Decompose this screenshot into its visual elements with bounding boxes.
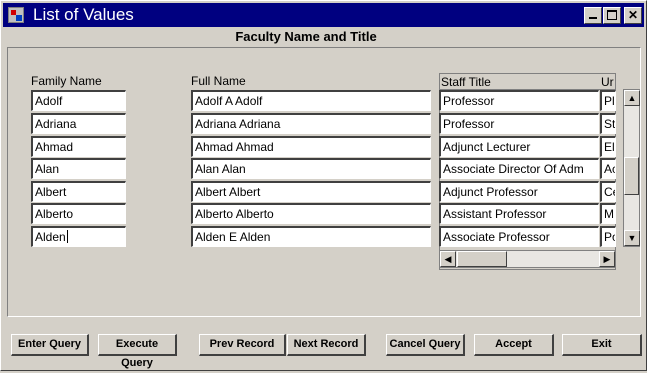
execute-query-button[interactable]: Execute Query xyxy=(98,334,177,369)
unit-field[interactable]: M xyxy=(600,203,616,224)
minimize-button[interactable] xyxy=(584,7,602,24)
lov-heading: Faculty Name and Title xyxy=(235,29,377,44)
staff-title-field[interactable]: Assistant Professor xyxy=(439,203,599,224)
family-name-value: Alden xyxy=(35,230,66,244)
horizontal-scrollbar[interactable]: ◀ ▶ xyxy=(439,250,616,268)
lov-window: List of Values ✕ Faculty Name and Title … xyxy=(0,0,647,371)
family-name-field[interactable]: Albert xyxy=(31,181,126,202)
cancel-query-button[interactable]: Cancel Query xyxy=(386,334,465,356)
minimize-icon xyxy=(589,17,597,19)
close-button[interactable]: ✕ xyxy=(624,7,642,24)
arrow-left-icon: ◀ xyxy=(444,254,452,264)
horizontal-scroll-thumb[interactable] xyxy=(457,251,507,267)
unit-field[interactable]: El xyxy=(600,136,616,157)
scroll-left-button[interactable]: ◀ xyxy=(440,251,456,267)
arrow-down-icon: ▼ xyxy=(627,233,637,243)
unit-field[interactable]: St xyxy=(600,113,616,134)
family-name-field-active[interactable]: Alden xyxy=(31,226,126,247)
text-cursor xyxy=(66,230,68,243)
scroll-down-button[interactable]: ▼ xyxy=(624,230,640,246)
unit-header: Ur xyxy=(601,75,614,89)
title-bar[interactable]: List of Values ✕ xyxy=(3,3,644,27)
accept-button[interactable]: Accept xyxy=(474,334,554,356)
staff-title-field[interactable]: Professor xyxy=(439,90,599,111)
full-name-field[interactable]: Ahmad Ahmad xyxy=(191,136,431,157)
staff-title-field[interactable]: Associate Professor xyxy=(439,226,599,247)
staff-header: Staff Title Ur xyxy=(440,74,615,90)
vertical-scrollbar[interactable]: ▲ ▼ xyxy=(623,89,640,247)
prev-record-button[interactable]: Prev Record xyxy=(199,334,286,356)
arrow-up-icon: ▲ xyxy=(627,93,637,103)
full-name-field[interactable]: Alan Alan xyxy=(191,158,431,179)
staff-title-field[interactable]: Associate Director Of Adm xyxy=(439,158,599,179)
staff-title-field[interactable]: Adjunct Lecturer xyxy=(439,136,599,157)
unit-field[interactable]: Ac xyxy=(600,158,616,179)
family-name-header: Family Name xyxy=(31,74,102,88)
full-name-field[interactable]: Adriana Adriana xyxy=(191,113,431,134)
full-name-field[interactable]: Alden E Alden xyxy=(191,226,431,247)
exit-button[interactable]: Exit xyxy=(562,334,642,356)
full-name-field[interactable]: Albert Albert xyxy=(191,181,431,202)
full-name-field[interactable]: Alberto Alberto xyxy=(191,203,431,224)
enter-query-button[interactable]: Enter Query xyxy=(11,334,89,356)
full-name-field[interactable]: Adolf A Adolf xyxy=(191,90,431,111)
unit-field[interactable]: Po xyxy=(600,226,616,247)
maximize-button[interactable] xyxy=(603,7,621,24)
family-name-field[interactable]: Adolf xyxy=(31,90,126,111)
window-title: List of Values xyxy=(33,5,134,24)
vertical-scroll-thumb[interactable] xyxy=(624,157,639,195)
scroll-right-button[interactable]: ▶ xyxy=(599,251,615,267)
scroll-up-button[interactable]: ▲ xyxy=(624,90,640,106)
family-name-field[interactable]: Adriana xyxy=(31,113,126,134)
staff-title-field[interactable]: Adjunct Professor xyxy=(439,181,599,202)
staff-title-header: Staff Title xyxy=(441,75,491,89)
maximize-icon xyxy=(607,10,617,20)
app-icon xyxy=(8,7,24,23)
unit-field[interactable]: Ce xyxy=(600,181,616,202)
unit-field[interactable]: Pl xyxy=(600,90,616,111)
staff-title-field[interactable]: Professor xyxy=(439,113,599,134)
next-record-button[interactable]: Next Record xyxy=(287,334,366,356)
full-name-header: Full Name xyxy=(191,74,246,88)
close-icon: ✕ xyxy=(627,8,639,22)
family-name-field[interactable]: Alberto xyxy=(31,203,126,224)
family-name-field[interactable]: Alan xyxy=(31,158,126,179)
family-name-field[interactable]: Ahmad xyxy=(31,136,126,157)
arrow-right-icon: ▶ xyxy=(603,254,611,264)
